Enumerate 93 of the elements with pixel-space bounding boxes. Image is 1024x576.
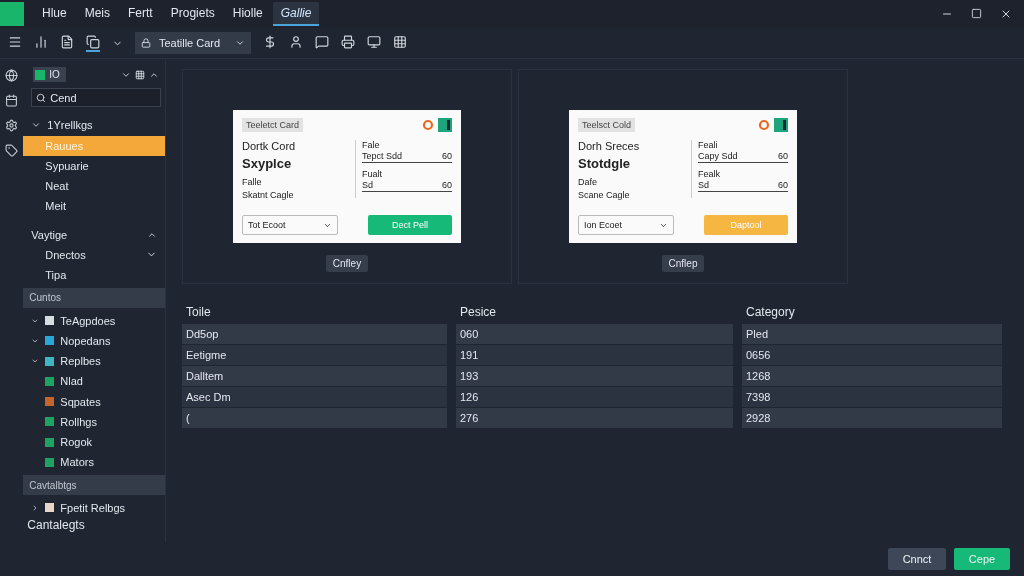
ring-icon	[758, 119, 770, 131]
table-cell: 0656	[742, 345, 1002, 365]
message-icon[interactable]	[315, 34, 329, 49]
grid-icon[interactable]	[393, 34, 407, 49]
ring-icon	[422, 119, 434, 131]
field-label: Fealk	[698, 169, 721, 179]
table-cell: 7398	[742, 387, 1002, 407]
grid-icon[interactable]	[135, 69, 145, 80]
table-cell: (	[182, 408, 447, 428]
settings-icon[interactable]	[5, 119, 19, 132]
field-label: Fualt	[362, 169, 383, 179]
card-note: Skatnt Cagle	[242, 190, 295, 200]
menu-item[interactable]: Fertt	[120, 2, 161, 26]
app-logo	[0, 2, 24, 26]
table-cell: Dalltem	[182, 366, 447, 386]
footer-label: Cantalegts	[26, 518, 86, 534]
group-item[interactable]: 1Yrellkgs	[23, 115, 165, 136]
template-dropdown[interactable]: Teatille Card	[135, 32, 251, 54]
card-caption[interactable]: Cnflep	[661, 255, 705, 272]
card-field[interactable]: Tepct Sdd 60	[362, 150, 452, 163]
tree-item[interactable]: Fpetit Relbgs	[23, 497, 165, 518]
card-title: Dortk Cord	[242, 140, 297, 152]
chart-icon	[774, 118, 788, 132]
card-select[interactable]: Tot Ecoot	[242, 215, 338, 235]
search-field[interactable]: Cend	[31, 88, 161, 108]
project-tag[interactable]: IO	[33, 67, 66, 82]
maximize-icon[interactable]	[971, 8, 982, 19]
column-header[interactable]: Toile	[182, 300, 447, 324]
menu-item[interactable]: Meis	[76, 2, 119, 26]
cancel-button[interactable]: Cnnct	[888, 548, 946, 570]
menu-item[interactable]: Progiets	[162, 2, 223, 26]
card-subtitle: Stotdgle	[578, 156, 631, 171]
card-field[interactable]: Sd 60	[362, 179, 452, 192]
document-icon[interactable]	[86, 34, 100, 52]
card-select[interactable]: Ion Ecoet	[578, 215, 674, 235]
table-cell: 193	[456, 366, 733, 386]
calendar-icon[interactable]	[5, 94, 19, 107]
table-cell: 191	[456, 345, 733, 365]
monitor-icon[interactable]	[367, 34, 381, 49]
table-cell: 276	[456, 408, 733, 428]
table-cell: Dd5op	[182, 324, 447, 344]
table-cell: 2928	[742, 408, 1002, 428]
sidebar-item[interactable]: Sypuarie	[23, 155, 165, 177]
menu-item[interactable]: Hiolle	[224, 2, 271, 26]
tree-item[interactable]: TeAgpdoes	[23, 310, 165, 331]
table-cell: Asec Dm	[182, 387, 447, 407]
card-title: Dorh Sreces	[578, 140, 641, 152]
section-header: Cuntos	[23, 288, 165, 308]
tree-item[interactable]: Mators	[23, 452, 165, 473]
field-label: Feali	[698, 140, 719, 150]
card-tag: Teelsct Cold	[578, 118, 636, 132]
table-cell: 1268	[742, 366, 1002, 386]
table-cell: 126	[456, 387, 733, 407]
globe-icon[interactable]	[5, 69, 19, 82]
card-label: Dafe	[578, 177, 598, 187]
card-field[interactable]: Capy Sdd 60	[698, 150, 788, 163]
section-item[interactable]: Vaytige	[23, 224, 165, 245]
card-caption[interactable]: Cnfley	[325, 255, 369, 272]
table-cell: 060	[456, 324, 733, 344]
tree-item[interactable]: Replbes	[23, 350, 165, 372]
card-tag: Teeletct Card	[242, 118, 304, 132]
tree-item[interactable]: Rogok	[23, 431, 165, 453]
card-subtitle: Sxyplce	[242, 156, 293, 171]
printer-icon[interactable]	[341, 34, 355, 49]
caret-icon	[235, 38, 245, 48]
chart-icon	[438, 118, 452, 132]
table-cell: Pled	[742, 324, 1002, 344]
search-icon	[36, 92, 47, 103]
dollar-icon[interactable]	[263, 34, 277, 49]
sidebar-item[interactable]: Dnectos	[23, 244, 165, 265]
sidebar-item[interactable]: Tipa	[23, 265, 165, 286]
sidebar-item[interactable]: Neat	[23, 176, 165, 197]
card-field[interactable]: Sd 60	[698, 179, 788, 192]
tag-icon[interactable]	[5, 144, 19, 157]
sidebar-item[interactable]: Meit	[23, 196, 165, 217]
tree-item[interactable]: Nopedans	[23, 330, 165, 351]
card-note: Scane Cagle	[578, 190, 631, 200]
field-label: Fale	[362, 140, 381, 150]
user-icon[interactable]	[289, 34, 303, 49]
chart-icon[interactable]	[34, 34, 48, 49]
lock-icon	[141, 38, 151, 48]
menu-item[interactable]: Gallie	[272, 2, 320, 26]
tree-item[interactable]: Nlad	[23, 371, 165, 392]
column-header[interactable]: Pesice	[456, 300, 733, 324]
tree-item[interactable]: Sqpates	[23, 391, 165, 412]
tree-item[interactable]: Rollhgs	[23, 411, 165, 432]
menu-icon[interactable]	[8, 34, 22, 49]
close-icon[interactable]	[1000, 8, 1012, 20]
table-cell: Eetigme	[182, 345, 447, 365]
menu-item[interactable]: Hlue	[34, 2, 75, 26]
card-label: Falle	[242, 177, 263, 187]
section-header: Cavtalbtgs	[23, 475, 165, 495]
column-header[interactable]: Category	[742, 300, 1002, 324]
